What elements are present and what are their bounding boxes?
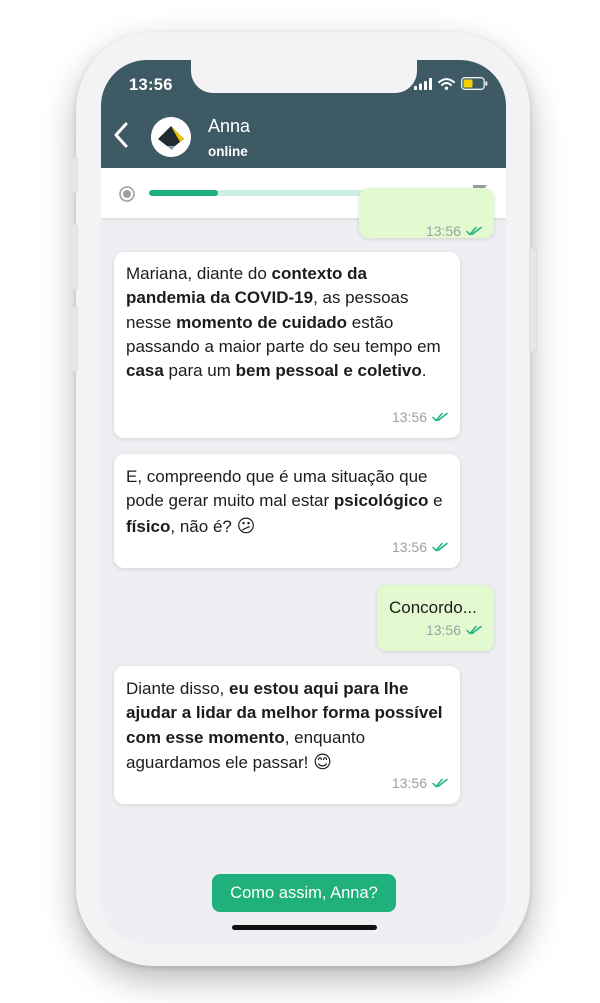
- emoji-icon: 😊: [313, 751, 332, 772]
- volume-down-button: [70, 306, 78, 372]
- chevron-left-icon: [113, 122, 129, 152]
- message-text-segment: e: [428, 491, 443, 511]
- double-check-icon: [432, 405, 448, 429]
- message-text: Mariana, diante do contexto da pandemia …: [126, 262, 448, 383]
- status-time: 13:56: [129, 76, 173, 94]
- chat-header: 13:56 Anna online: [101, 60, 506, 168]
- radio-icon: [119, 186, 135, 207]
- message-text-segment: , não é?: [170, 516, 237, 536]
- silent-switch: [70, 157, 78, 193]
- home-indicator: [232, 925, 377, 930]
- message-bold-text: casa: [126, 361, 164, 381]
- received-message-bubble: Diante disso, eu estou aqui para lhe aju…: [114, 666, 460, 804]
- chat-area: 13:56 Mariana, diante do contexto da pan…: [101, 188, 506, 944]
- phone-screen: 13:56 Anna online 13:56 Mariana, diante …: [101, 60, 506, 944]
- message-text-segment: .: [421, 361, 427, 381]
- received-message-bubble: Mariana, diante do contexto da pandemia …: [114, 252, 460, 438]
- contact-name: Anna: [208, 116, 251, 136]
- message-time: 13:56: [425, 621, 461, 638]
- message-bold-text: físico: [126, 516, 171, 536]
- message-time: 13:56: [425, 222, 461, 239]
- back-button[interactable]: [113, 122, 129, 153]
- contact-presence: online: [208, 144, 248, 159]
- double-check-icon: [432, 771, 448, 795]
- battery-icon: [461, 77, 488, 95]
- message-bold-text: momento de cuidado: [176, 312, 348, 332]
- sent-message-bubble: Concordo... 13:56: [377, 585, 494, 651]
- notch: [191, 60, 417, 93]
- message-bold-text: bem pessoal e coletivo: [235, 361, 422, 381]
- progress-fill: [149, 190, 218, 196]
- message-text-segment: para um: [163, 361, 236, 381]
- double-check-icon: [466, 219, 482, 243]
- message-time: 13:56: [391, 408, 427, 425]
- message-text-segment: Mariana, diante do: [126, 264, 272, 283]
- message-text: E, compreendo que é uma situação que pod…: [126, 465, 448, 539]
- message-time: 13:56: [391, 538, 427, 555]
- volume-up-button: [70, 224, 78, 290]
- message-time: 13:56: [391, 774, 427, 791]
- double-check-icon: [432, 535, 448, 559]
- signal-bars-icon: [414, 77, 432, 95]
- received-message-bubble: E, compreendo que é uma situação que pod…: [114, 454, 460, 568]
- wifi-icon: [438, 77, 455, 95]
- contact-avatar[interactable]: [151, 117, 191, 157]
- status-icons: [414, 77, 488, 95]
- avatar-logo-icon: [151, 117, 191, 157]
- message-text-segment: Diante disso,: [126, 679, 229, 698]
- message-text: Diante disso, eu estou aqui para lhe aju…: [126, 677, 448, 775]
- sent-message-bubble: 13:56: [359, 188, 494, 239]
- message-bold-text: psicológico: [333, 491, 429, 511]
- emoji-icon: 😕: [236, 515, 256, 536]
- double-check-icon: [466, 618, 482, 642]
- power-button: [529, 248, 537, 352]
- quick-reply-button[interactable]: Como assim, Anna?: [212, 874, 396, 912]
- message-text: Concordo...: [389, 598, 477, 617]
